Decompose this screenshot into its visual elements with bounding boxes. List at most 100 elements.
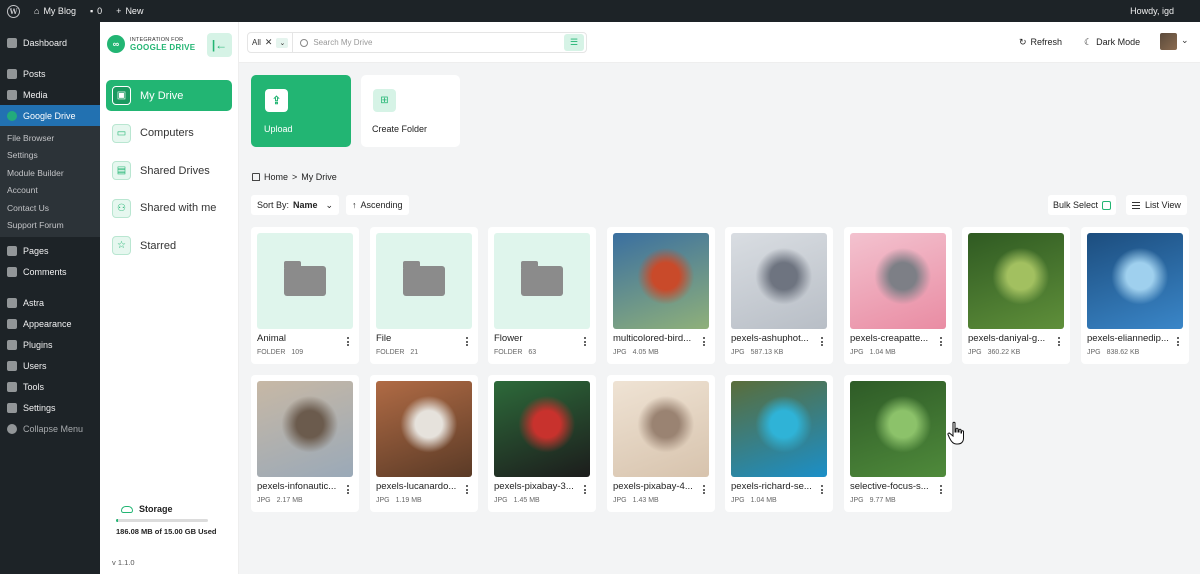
more-options-icon[interactable] [584,337,586,346]
more-options-icon[interactable] [347,337,349,346]
menu-item-users[interactable]: Users [0,355,100,376]
submenu-settings[interactable]: Settings [0,147,100,165]
nav-my-drive[interactable]: ▣ My Drive [106,80,232,111]
more-options-icon[interactable] [821,485,823,494]
file-tile[interactable]: pexels-richard-se... JPG 1.04 MB [725,375,833,512]
file-browser: ⇪ Upload ⊞ Create Folder Home > My Drive… [239,63,1200,574]
upload-icon: ⇪ [265,89,288,112]
more-options-icon[interactable] [466,337,468,346]
breadcrumb-current: My Drive [301,172,337,182]
file-meta: FOLDER 63 [494,349,536,356]
sort-direction-button[interactable]: ↑ Ascending [346,195,409,215]
more-options-icon[interactable] [466,485,468,494]
media-icon [7,89,17,100]
sort-by-dropdown[interactable]: Sort By: Name ⌄ [251,195,340,215]
file-tile[interactable]: pexels-lucanardo... JPG 1.19 MB [370,375,478,512]
file-name: pexels-creapatte... [850,333,929,344]
computer-icon: ▭ [112,123,131,143]
home-icon: ⌂ [34,6,40,16]
file-tile[interactable]: multicolored-bird... JPG 4.05 MB [607,227,715,364]
file-tile[interactable]: pexels-ashuphot... JPG 587.13 KB [725,227,833,364]
bulk-select-checkbox[interactable] [1102,200,1112,210]
breadcrumb-home[interactable]: Home [264,172,288,182]
file-size: 2.17 MB [276,497,303,504]
image-thumbnail [968,233,1064,329]
file-tile[interactable]: pexels-eliannedip... JPG 838.62 KB [1081,227,1189,364]
file-tile[interactable]: selective-focus-s... JPG 9.77 MB [844,375,952,512]
submenu-module-builder[interactable]: Module Builder [0,164,100,182]
account-menu[interactable]: Howdy, igd [1130,6,1200,16]
wp-logo-button[interactable]: W [0,0,27,22]
settings-icon [7,402,17,413]
menu-item-pages[interactable]: Pages [0,240,100,261]
clear-filter-icon[interactable]: ✕ [265,37,273,48]
nav-shared-with-me[interactable]: ⚇ Shared with me [106,193,232,224]
more-options-icon[interactable] [1058,337,1060,346]
nav-starred[interactable]: ☆ Starred [106,230,232,261]
more-options-icon[interactable] [821,337,823,346]
folder-tile[interactable]: File FOLDER 21 [370,227,478,364]
submenu-file-browser[interactable]: File Browser [0,129,100,147]
file-tile[interactable]: pexels-creapatte... JPG 1.04 MB [844,227,952,364]
new-content-link[interactable]: + New [109,0,150,22]
file-tile[interactable]: pexels-infonautic... JPG 2.17 MB [251,375,359,512]
menu-item-posts[interactable]: Posts [0,63,100,84]
chevron-down-icon[interactable]: ⌄ [276,37,289,48]
file-size: 4.05 MB [632,349,659,356]
file-tile[interactable]: pexels-daniyal-g... JPG 360.22 KB [962,227,1070,364]
file-meta: JPG 1.43 MB [613,497,659,504]
collapse-menu-button[interactable]: Collapse Menu [0,418,100,439]
menu-item-media[interactable]: Media [0,84,100,105]
search-options-button[interactable]: ☰ [564,34,584,51]
file-meta: JPG 1.45 MB [494,497,540,504]
more-options-icon[interactable] [584,485,586,494]
menu-item-tools[interactable]: Tools [0,376,100,397]
more-options-icon[interactable] [347,485,349,494]
comment-icon: ▪ [89,6,94,16]
menu-item-astra[interactable]: Astra [0,292,100,313]
folder-tile[interactable]: Animal FOLDER 109 [251,227,359,364]
submenu-support-forum[interactable]: Support Forum [0,217,100,235]
folder-tile[interactable]: Flower FOLDER 63 [488,227,596,364]
file-meta: FOLDER 21 [376,349,418,356]
bulk-select-toggle[interactable]: Bulk Select [1048,195,1117,215]
menu-item-appearance[interactable]: Appearance [0,313,100,334]
more-options-icon[interactable] [940,337,942,346]
refresh-button[interactable]: ↻ Refresh [1019,34,1062,50]
collapse-sidebar-button[interactable]: |← [207,33,232,57]
dark-mode-button[interactable]: ☾ Dark Mode [1084,34,1140,50]
more-options-icon[interactable] [703,337,705,346]
avatar[interactable] [1160,33,1177,50]
nav-computers[interactable]: ▭ Computers [106,118,232,149]
file-size: 9.77 MB [869,497,896,504]
image-thumbnail [1087,233,1183,329]
menu-item-plugins[interactable]: Plugins [0,334,100,355]
list-view-button[interactable]: List View [1126,195,1187,215]
comments-link[interactable]: ▪ 0 [83,0,109,22]
create-folder-label: Create Folder [372,124,428,134]
submenu-account[interactable]: Account [0,182,100,200]
menu-item-google-drive[interactable]: Google Drive [0,105,100,126]
file-tile[interactable]: pexels-pixabay-4... JPG 1.43 MB [607,375,715,512]
file-name: pexels-daniyal-g... [968,333,1046,344]
site-name-link[interactable]: ⌂ My Blog [27,0,83,22]
file-tile[interactable]: pexels-pixabay-3... JPG 1.45 MB [488,375,596,512]
file-type-filter[interactable]: All ✕ ⌄ [248,33,294,52]
upload-button[interactable]: ⇪ Upload [251,75,351,147]
more-options-icon[interactable] [1177,337,1179,346]
menu-item-comments[interactable]: Comments [0,261,100,282]
more-options-icon[interactable] [940,485,942,494]
menu-item-dashboard[interactable]: Dashboard [0,32,100,53]
google-drive-icon [7,110,17,121]
submenu-contact-us[interactable]: Contact Us [0,199,100,217]
storage-panel: Storage 186.08 MB of 15.00 GB Used [116,504,231,536]
nav-shared-drives[interactable]: ▤ Shared Drives [106,155,232,186]
chevron-down-icon: ⌄ [325,199,334,210]
chevron-down-icon[interactable]: ⌄ [1181,35,1189,46]
file-name: pexels-ashuphot... [731,333,809,344]
menu-item-settings[interactable]: Settings [0,397,100,418]
search-input[interactable] [313,38,564,47]
more-options-icon[interactable] [703,485,705,494]
create-folder-button[interactable]: ⊞ Create Folder [361,75,460,147]
search-icon [300,38,309,47]
